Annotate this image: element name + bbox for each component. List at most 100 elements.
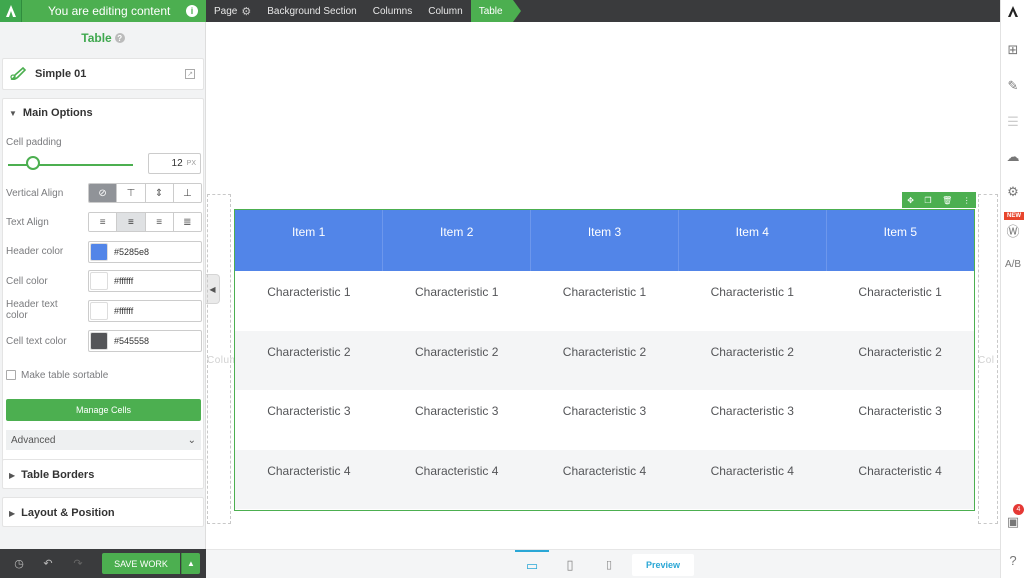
- move-icon[interactable]: ✥: [907, 196, 914, 205]
- table-cell[interactable]: Characteristic 2: [382, 330, 531, 390]
- table-element[interactable]: Item 1 Item 2 Item 3 Item 4 Item 5 Chara…: [234, 209, 975, 511]
- header-text-color-field[interactable]: #ffffff: [88, 300, 202, 322]
- preview-button[interactable]: Preview: [632, 554, 694, 576]
- thrive-logo-icon: [5, 5, 16, 17]
- mobile-view-icon[interactable]: ▯: [592, 550, 626, 579]
- table-row: Characteristic 1 Characteristic 1 Charac…: [235, 271, 974, 331]
- history-icon[interactable]: ◷: [12, 556, 26, 570]
- cell-color-value: #ffffff: [114, 276, 134, 286]
- table-cell[interactable]: Characteristic 3: [235, 390, 383, 450]
- table-cell[interactable]: Characteristic 1: [235, 271, 383, 331]
- desktop-view-icon[interactable]: ▭: [515, 550, 549, 579]
- breadcrumb-table[interactable]: Table: [470, 0, 521, 22]
- editing-label: You are editing content: [48, 4, 171, 18]
- breadcrumb-column[interactable]: Column: [420, 0, 470, 22]
- align-right-icon[interactable]: ≡: [145, 213, 174, 231]
- table-cell[interactable]: Characteristic 1: [383, 271, 531, 331]
- manage-cells-button[interactable]: Manage Cells: [6, 399, 201, 421]
- help-icon[interactable]: ?: [114, 33, 125, 43]
- advanced-toggle[interactable]: Advanced ⌄: [6, 430, 201, 450]
- header-color-field[interactable]: #5285e8: [88, 241, 202, 263]
- column-label-right: Col: [978, 355, 995, 366]
- external-link-icon[interactable]: ↗: [185, 69, 195, 79]
- add-element-icon[interactable]: ⊞: [1001, 38, 1024, 62]
- sliders-icon[interactable]: ☰: [1001, 110, 1024, 134]
- table-cell[interactable]: Characteristic 3: [383, 390, 531, 450]
- undo-icon[interactable]: ↶: [41, 556, 55, 570]
- layout-position-section[interactable]: ▶ Layout & Position: [2, 497, 204, 527]
- main-options-section: ▼ Main Options Cell padding 12 PX Vertical…: [2, 98, 204, 472]
- cell-text-color-field[interactable]: #545558: [88, 330, 202, 352]
- table-header-cell[interactable]: Item 1: [235, 210, 384, 271]
- breadcrumb-background-section[interactable]: Background Section: [259, 0, 365, 22]
- header-color-value: #5285e8: [114, 247, 150, 257]
- table-borders-header[interactable]: ▶ Table Borders: [3, 460, 203, 490]
- breadcrumb-columns[interactable]: Columns: [365, 0, 420, 22]
- table-cell[interactable]: Characteristic 4: [382, 449, 531, 509]
- align-bottom-icon[interactable]: ⊥: [173, 184, 201, 202]
- cell-color-swatch[interactable]: [90, 272, 108, 290]
- header-text-color-swatch[interactable]: [90, 302, 108, 320]
- align-top-icon[interactable]: ⊤: [117, 184, 146, 202]
- header-color-label: Header color: [6, 246, 64, 257]
- wordpress-icon[interactable]: Ⓦ: [1001, 218, 1024, 242]
- cell-text-color-swatch[interactable]: [90, 332, 108, 350]
- breadcrumb-page[interactable]: Page ⚙: [206, 0, 259, 22]
- panel-footer: ◷ ↶ ↷ SAVE WORK ▲: [0, 549, 206, 578]
- main-options-header[interactable]: ▼ Main Options: [3, 99, 203, 127]
- gear-icon[interactable]: ⚙: [241, 5, 251, 18]
- table-cell[interactable]: Characteristic 1: [678, 271, 826, 331]
- align-justify-icon[interactable]: ≣: [173, 213, 201, 231]
- table-header-cell[interactable]: Item 2: [382, 210, 532, 271]
- cell-padding-slider-handle[interactable]: [26, 156, 40, 170]
- table-header-cell[interactable]: Item 3: [530, 210, 679, 271]
- thrive-logo[interactable]: [0, 0, 22, 22]
- layout-position-header[interactable]: ▶ Layout & Position: [3, 498, 203, 528]
- table-cell[interactable]: Characteristic 4: [235, 449, 383, 509]
- redo-icon[interactable]: ↷: [71, 556, 85, 570]
- cloud-download-icon[interactable]: ☁: [1001, 145, 1024, 169]
- template-selector[interactable]: Simple 01 ↗: [2, 58, 204, 90]
- no-align-icon[interactable]: ⊘: [89, 184, 118, 202]
- header-color-swatch[interactable]: [90, 243, 108, 261]
- table-header-cell[interactable]: Item 4: [678, 210, 827, 271]
- table-cell[interactable]: Characteristic 2: [530, 330, 679, 390]
- tablet-view-icon[interactable]: ▯: [553, 550, 587, 579]
- align-middle-icon[interactable]: ⇕: [145, 184, 174, 202]
- table-cell[interactable]: Characteristic 4: [530, 449, 679, 509]
- brush-icon[interactable]: ✎: [1001, 74, 1024, 98]
- table-cell[interactable]: Characteristic 4: [826, 449, 974, 509]
- settings-icon[interactable]: ⚙: [1001, 180, 1024, 204]
- duplicate-icon[interactable]: ❐: [924, 196, 931, 205]
- table-cell[interactable]: Characteristic 1: [531, 271, 679, 331]
- template-name: Simple 01: [35, 68, 87, 80]
- table-header-cell[interactable]: Item 5: [826, 210, 974, 271]
- data-table[interactable]: Item 1 Item 2 Item 3 Item 4 Item 5 Chara…: [235, 210, 974, 509]
- table-cell[interactable]: Characteristic 2: [678, 330, 827, 390]
- table-cell[interactable]: Characteristic 3: [531, 390, 679, 450]
- save-options-caret[interactable]: ▲: [181, 553, 200, 574]
- sortable-checkbox[interactable]: [6, 370, 16, 380]
- info-icon[interactable]: i: [186, 5, 198, 17]
- header-text-color-value: #ffffff: [114, 306, 134, 316]
- cell-padding-input[interactable]: 12 PX: [148, 153, 201, 174]
- table-header-row: Item 1 Item 2 Item 3 Item 4 Item 5: [235, 210, 974, 271]
- align-left-icon[interactable]: ≡: [89, 213, 118, 231]
- cell-color-field[interactable]: #ffffff: [88, 270, 202, 292]
- table-cell[interactable]: Characteristic 3: [678, 390, 826, 450]
- table-borders-section[interactable]: ▶ Table Borders: [2, 459, 204, 489]
- table-cell[interactable]: Characteristic 1: [826, 271, 974, 331]
- table-cell[interactable]: Characteristic 3: [826, 390, 974, 450]
- cell-padding-unit: PX: [186, 160, 196, 167]
- caret-down-icon: ▼: [9, 108, 17, 118]
- align-center-icon[interactable]: ≡: [117, 213, 146, 231]
- help-icon[interactable]: ?: [1001, 548, 1024, 572]
- ab-test-icon[interactable]: A/B: [1001, 252, 1024, 276]
- table-cell[interactable]: Characteristic 2: [826, 330, 974, 390]
- table-cell[interactable]: Characteristic 2: [235, 330, 383, 390]
- save-work-button[interactable]: SAVE WORK: [102, 553, 180, 574]
- delete-icon[interactable]: 🗑: [942, 196, 952, 205]
- table-cell[interactable]: Characteristic 4: [678, 449, 827, 509]
- thrive-logo-icon: [1007, 5, 1018, 17]
- more-options-icon[interactable]: ⋮: [963, 196, 971, 205]
